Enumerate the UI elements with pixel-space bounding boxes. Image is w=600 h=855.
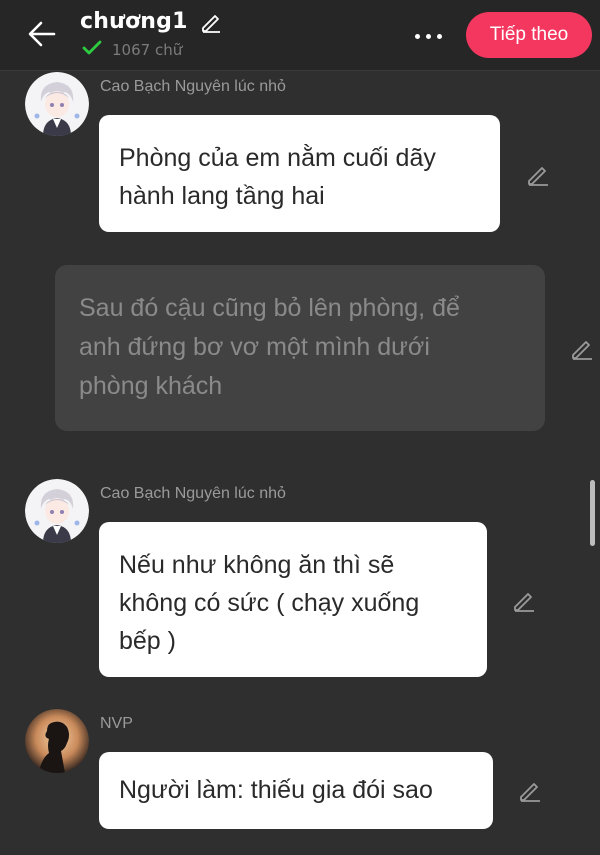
back-button[interactable] bbox=[20, 14, 64, 58]
dialogue-bubble[interactable]: Người làm: thiếu gia đói sao bbox=[99, 752, 493, 829]
bubble-text-line: Nếu như không ăn thì sẽ bbox=[119, 551, 395, 579]
speaker-name: Cao Bạch Nguyên lúc nhỏ bbox=[100, 485, 286, 502]
anime-boy-avatar[interactable] bbox=[25, 72, 89, 136]
bubble-text-line: bếp ) bbox=[119, 627, 176, 655]
arrow-left-icon bbox=[27, 20, 57, 52]
pencil-icon[interactable] bbox=[512, 589, 536, 617]
pencil-icon[interactable] bbox=[518, 779, 542, 807]
check-icon bbox=[82, 40, 102, 60]
pencil-icon[interactable] bbox=[200, 11, 222, 33]
speaker-name: Cao Bạch Nguyên lúc nhỏ bbox=[100, 78, 286, 95]
narration-text-line: anh đứng bơ vơ một mình dưới bbox=[79, 333, 430, 361]
more-dots-icon bbox=[412, 33, 445, 39]
dialogue-bubble[interactable]: Phòng của em nằm cuối dãy hành lang tầng… bbox=[99, 115, 500, 232]
title-row: chương1 bbox=[80, 9, 222, 34]
pencil-icon[interactable] bbox=[526, 163, 550, 191]
silhouette-avatar[interactable] bbox=[25, 709, 89, 773]
word-count-row: 1067 chữ bbox=[82, 40, 182, 60]
bubble-text-line: Người làm: thiếu gia đói sao bbox=[119, 776, 433, 804]
narration-bubble[interactable]: Sau đó cậu cũng bỏ lên phòng, để anh đứn… bbox=[55, 265, 545, 431]
bubble-text-line: không có sức ( chạy xuống bbox=[119, 589, 420, 617]
next-button[interactable]: Tiếp theo bbox=[466, 12, 592, 58]
bubble-text-line: hành lang tầng hai bbox=[119, 182, 325, 210]
narration-text-line: phòng khách bbox=[79, 372, 223, 400]
anime-boy-avatar[interactable] bbox=[25, 479, 89, 543]
word-count: 1067 chữ bbox=[112, 41, 183, 59]
pencil-icon[interactable] bbox=[570, 337, 594, 365]
narration-text-line: Sau đó cậu cũng bỏ lên phòng, để bbox=[79, 294, 460, 322]
dialogue-bubble[interactable]: Nếu như không ăn thì sẽ không có sức ( c… bbox=[99, 522, 487, 677]
chapter-title: chương1 bbox=[80, 9, 188, 34]
more-button[interactable] bbox=[412, 22, 456, 50]
top-bar: chương1 1067 chữ Tiếp theo bbox=[0, 0, 600, 71]
bubble-text-line: Phòng của em nằm cuối dãy bbox=[119, 144, 436, 172]
speaker-name: NVP bbox=[100, 715, 133, 732]
scrollbar[interactable] bbox=[590, 480, 595, 546]
